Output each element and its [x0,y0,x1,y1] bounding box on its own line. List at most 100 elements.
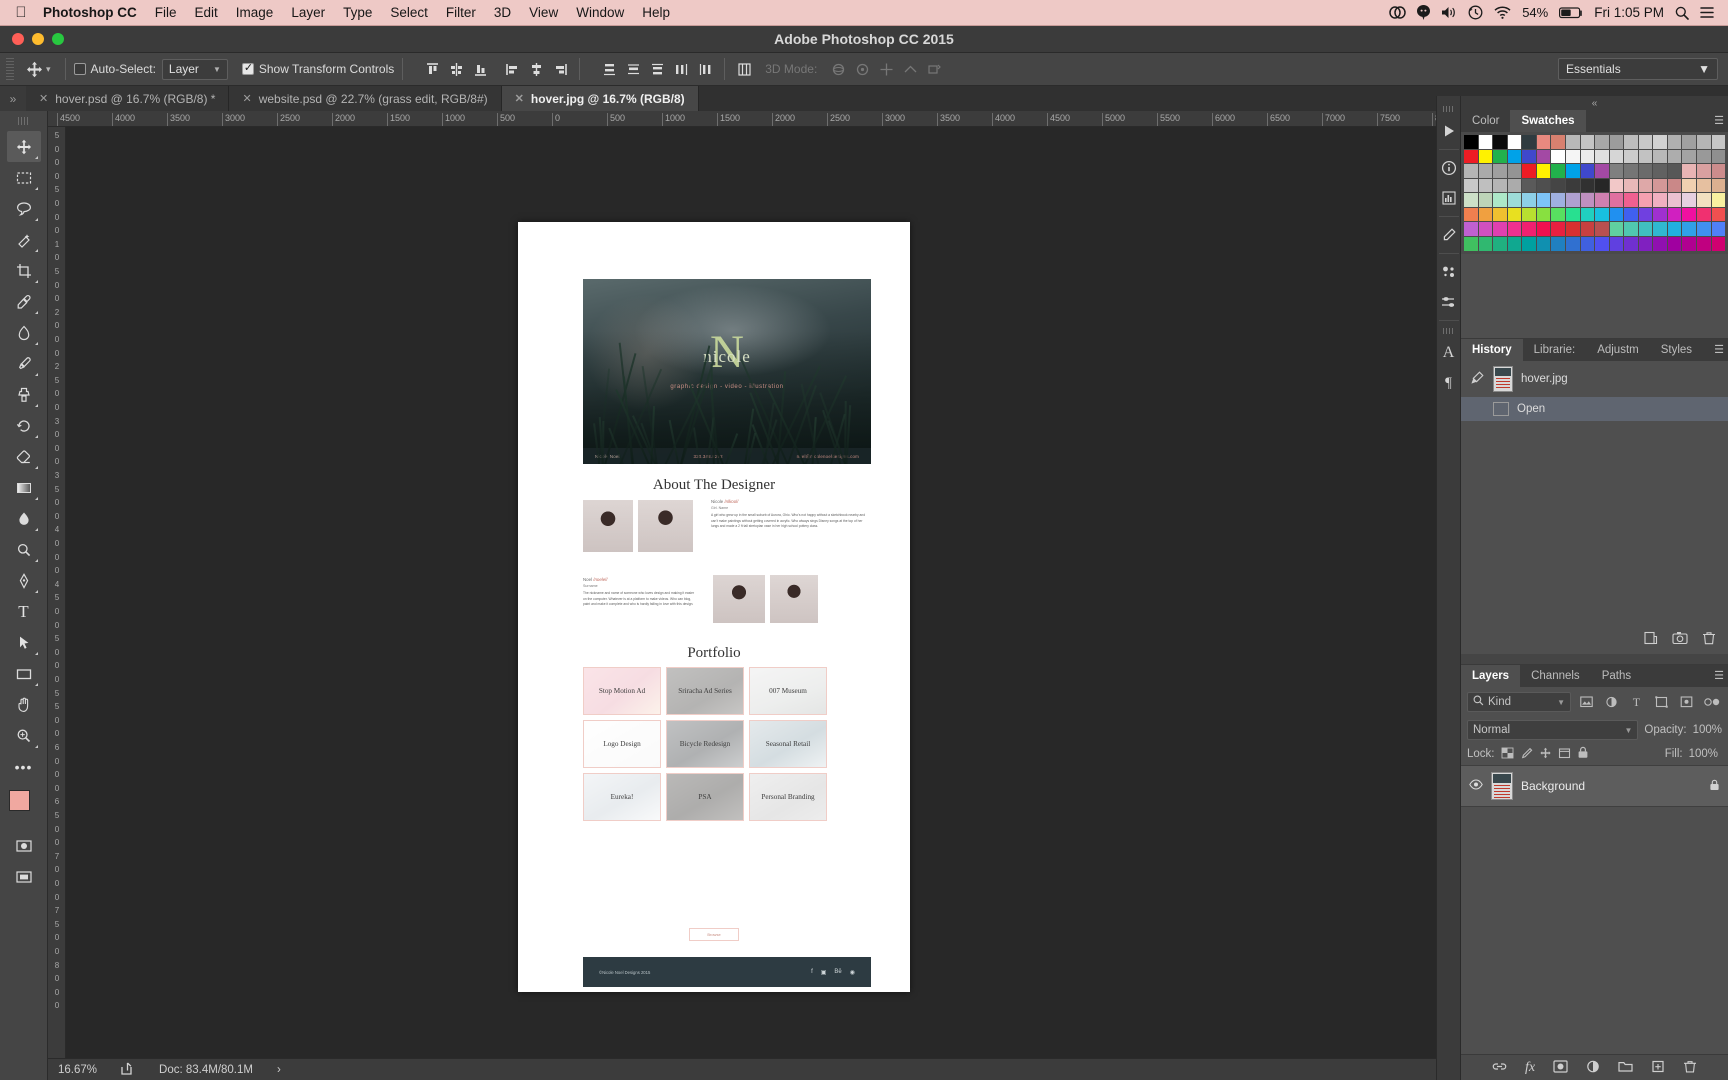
color-swatch[interactable] [1653,208,1667,222]
color-swatch[interactable] [1566,208,1580,222]
layer-visibility-icon[interactable] [1469,779,1483,793]
color-swatch[interactable] [1668,179,1682,193]
color-swatch[interactable] [1610,164,1624,178]
lock-transparent-pixels-icon[interactable] [1501,747,1514,762]
quick-selection-tool[interactable] [7,224,41,255]
color-swatch[interactable] [1479,179,1493,193]
dribbble-icon[interactable]: ◉ [850,969,855,976]
color-swatch[interactable] [1639,237,1653,251]
spot-healing-brush-tool[interactable] [7,317,41,348]
clock-label[interactable]: Fri 1:05 PM [1594,5,1664,20]
color-swatch[interactable] [1464,164,1478,178]
color-swatch[interactable] [1595,164,1609,178]
color-swatch[interactable] [1624,237,1638,251]
color-swatch[interactable] [1697,179,1711,193]
portfolio-card[interactable]: Sriracha Ad Series [666,667,744,715]
panel-menu-icon[interactable]: ☰ [1714,343,1724,356]
portfolio-card[interactable]: Logo Design [583,720,661,768]
color-swatch[interactable] [1508,135,1522,149]
color-swatch[interactable] [1653,164,1667,178]
hand-tool[interactable] [7,689,41,720]
color-swatch[interactable] [1639,193,1653,207]
menu-edit[interactable]: Edit [186,5,227,20]
color-swatch[interactable] [1581,150,1595,164]
color-swatch[interactable] [1639,179,1653,193]
maximize-button[interactable] [52,33,64,45]
3d-pan-icon[interactable] [875,58,897,80]
menu-filter[interactable]: Filter [437,5,485,20]
lock-artboard-icon[interactable] [1558,747,1571,762]
properties-icon[interactable] [1437,220,1461,250]
align-bottom-edges-button[interactable] [469,58,491,80]
menu-file[interactable]: File [146,5,186,20]
color-swatch[interactable] [1581,179,1595,193]
menu-select[interactable]: Select [381,5,437,20]
color-swatch[interactable] [1595,222,1609,236]
color-swatch[interactable] [1653,135,1667,149]
color-swatch[interactable] [1537,237,1551,251]
history-snapshot-row[interactable]: hover.jpg [1461,361,1728,397]
color-swatch[interactable] [1479,135,1493,149]
auto-select-box-icon[interactable] [74,63,86,75]
share-icon[interactable] [121,1062,135,1078]
close-icon[interactable]: ✕ [242,92,251,105]
color-swatch[interactable] [1479,237,1493,251]
color-swatch[interactable] [1624,208,1638,222]
color-swatch[interactable] [1624,193,1638,207]
color-swatch[interactable] [1537,150,1551,164]
color-swatch[interactable] [1610,179,1624,193]
menu-type[interactable]: Type [334,5,381,20]
brush-tool[interactable] [7,348,41,379]
color-swatch[interactable] [1712,208,1726,222]
tab-libraries[interactable]: Librarie: [1523,339,1587,361]
history-state-row[interactable]: Open [1461,397,1728,421]
color-swatch[interactable] [1493,208,1507,222]
color-swatch[interactable] [1682,222,1696,236]
move-tool[interactable] [7,131,41,162]
color-swatch[interactable] [1697,193,1711,207]
align-vertical-centers-button[interactable] [445,58,467,80]
canvas-area[interactable]: N nicole graphic design - video - illust… [66,127,1436,1058]
path-selection-tool[interactable] [7,627,41,658]
color-swatch[interactable] [1624,179,1638,193]
menubar-app-name[interactable]: Photoshop CC [34,5,146,20]
color-swatch[interactable] [1682,193,1696,207]
color-swatch[interactable] [1595,193,1609,207]
filter-toggle-icon[interactable] [1702,692,1722,712]
new-group-icon[interactable] [1618,1060,1633,1076]
panel-menu-icon[interactable]: ☰ [1714,114,1724,127]
color-swatch[interactable] [1653,222,1667,236]
color-swatch[interactable] [1493,135,1507,149]
show-transform-box-icon[interactable] [242,63,254,75]
color-swatch[interactable] [1493,193,1507,207]
fill-value[interactable]: 100% [1689,748,1722,760]
color-swatch[interactable] [1639,150,1653,164]
volume-icon[interactable] [1441,6,1457,19]
blend-mode-dropdown[interactable]: Normal ▼ [1467,720,1638,740]
color-swatch[interactable] [1551,164,1565,178]
color-swatch[interactable] [1551,222,1565,236]
type-tool[interactable]: T [7,596,41,627]
time-machine-icon[interactable] [1468,5,1483,20]
color-swatch[interactable] [1522,135,1536,149]
lock-image-pixels-icon[interactable] [1520,747,1533,762]
color-swatch[interactable] [1712,222,1726,236]
new-layer-icon[interactable] [1651,1060,1665,1076]
spotlight-search-icon[interactable] [1675,6,1689,20]
facebook-icon[interactable]: f [811,969,813,975]
color-swatch[interactable] [1697,222,1711,236]
color-swatch[interactable] [1479,164,1493,178]
color-swatch[interactable] [1682,164,1696,178]
tab-history[interactable]: History [1461,339,1523,361]
color-swatch[interactable] [1464,208,1478,222]
color-swatch[interactable] [1551,208,1565,222]
color-swatch[interactable] [1522,193,1536,207]
color-swatch[interactable] [1566,179,1580,193]
color-swatch[interactable] [1566,222,1580,236]
new-document-from-state-icon[interactable] [1643,631,1658,648]
close-button[interactable] [12,33,24,45]
brush-settings-icon[interactable] [1437,287,1461,317]
color-swatch[interactable] [1712,237,1726,251]
blur-tool[interactable] [7,503,41,534]
color-swatch[interactable] [1653,193,1667,207]
